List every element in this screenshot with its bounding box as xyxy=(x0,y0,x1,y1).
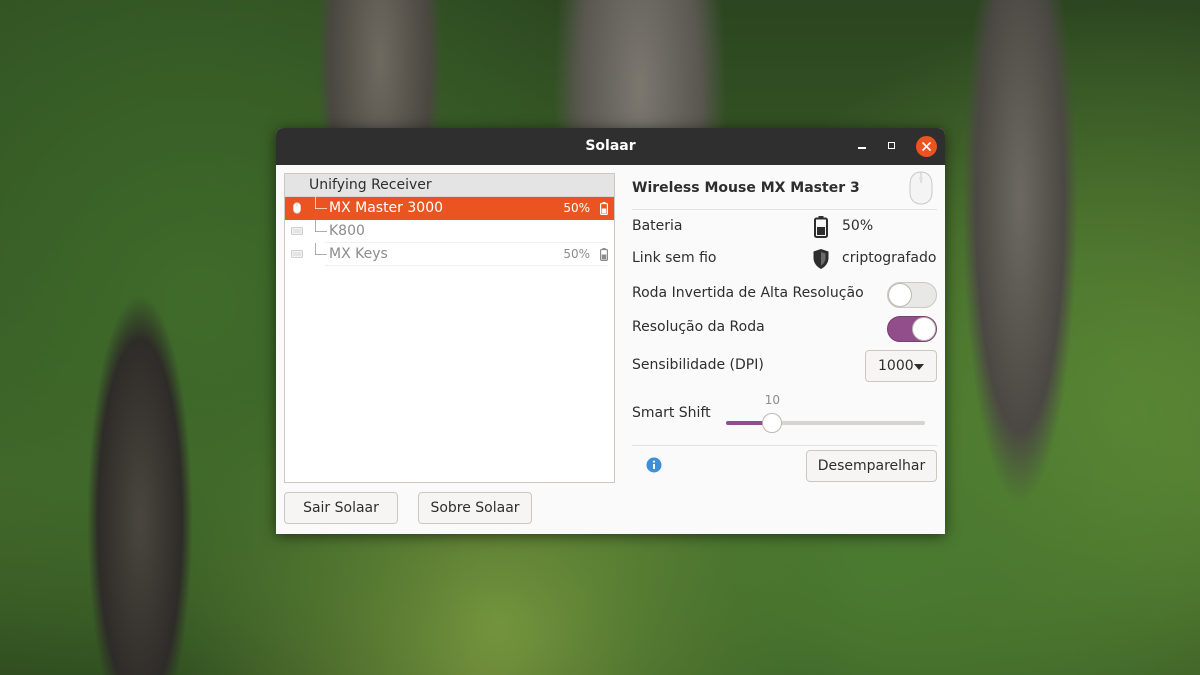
tree-branch xyxy=(315,220,329,243)
chevron-down-icon xyxy=(914,364,924,370)
unpair-button[interactable]: Desemparelhar xyxy=(806,450,937,482)
minimize-button[interactable] xyxy=(852,136,873,157)
shield-icon xyxy=(813,249,829,269)
device-battery-text: 50% xyxy=(563,247,590,261)
device-details-panel: Wireless Mouse MX Master 3 Bateria 50% L… xyxy=(632,165,937,534)
close-icon xyxy=(921,141,932,152)
wheel-res-toggle[interactable] xyxy=(887,316,937,342)
quit-button[interactable]: Sair Solaar xyxy=(284,492,398,524)
tree-branch xyxy=(315,243,329,266)
dpi-value: 1000 xyxy=(878,358,914,374)
keyboard-icon xyxy=(291,250,303,258)
dpi-select[interactable]: 1000 xyxy=(865,350,937,382)
keyboard-icon xyxy=(291,227,303,235)
dpi-label: Sensibilidade (DPI) xyxy=(632,357,764,373)
device-name: MX Keys xyxy=(329,246,388,262)
link-value: criptografado xyxy=(842,250,937,266)
mouse-icon xyxy=(909,171,933,205)
battery-value: 50% xyxy=(842,218,874,234)
info-icon[interactable] xyxy=(646,457,662,473)
smartshift-label: Smart Shift xyxy=(632,405,711,421)
battery-icon xyxy=(600,248,608,261)
device-row-mx-master[interactable]: MX Master 3000 50% xyxy=(285,197,614,220)
titlebar[interactable]: Solaar xyxy=(276,128,945,165)
smartshift-slider[interactable] xyxy=(726,413,925,433)
device-row-k800[interactable]: K800 xyxy=(285,220,614,243)
hires-label: Roda Invertida de Alta Resolução xyxy=(632,285,864,301)
slider-handle[interactable] xyxy=(761,413,782,433)
device-name: MX Master 3000 xyxy=(329,200,444,216)
link-label: Link sem fio xyxy=(632,250,717,266)
solaar-window: Solaar Unifying Receiver MX Master 3000 … xyxy=(276,128,945,534)
window-title: Solaar xyxy=(585,138,636,154)
battery-label: Bateria xyxy=(632,218,683,234)
receiver-row[interactable]: Unifying Receiver xyxy=(285,174,614,197)
content-area: Unifying Receiver MX Master 3000 50% K80… xyxy=(276,165,945,534)
device-name: K800 xyxy=(329,223,365,239)
device-row-mx-keys[interactable]: MX Keys 50% xyxy=(285,243,614,266)
tree-branch xyxy=(315,197,329,220)
maximize-button[interactable] xyxy=(882,136,903,157)
toggle-knob xyxy=(912,317,936,341)
wheel-res-label: Resolução da Roda xyxy=(632,319,765,335)
device-title: Wireless Mouse MX Master 3 xyxy=(632,180,860,196)
about-button[interactable]: Sobre Solaar xyxy=(418,492,532,524)
smartshift-value: 10 xyxy=(764,393,781,407)
toggle-knob xyxy=(888,283,912,307)
close-button[interactable] xyxy=(916,136,937,157)
battery-icon xyxy=(600,202,608,215)
battery-icon xyxy=(814,216,828,238)
device-battery-text: 50% xyxy=(563,201,590,215)
device-tree[interactable]: Unifying Receiver MX Master 3000 50% K80… xyxy=(284,173,615,483)
mouse-icon xyxy=(293,202,301,214)
hires-toggle[interactable] xyxy=(887,282,937,308)
